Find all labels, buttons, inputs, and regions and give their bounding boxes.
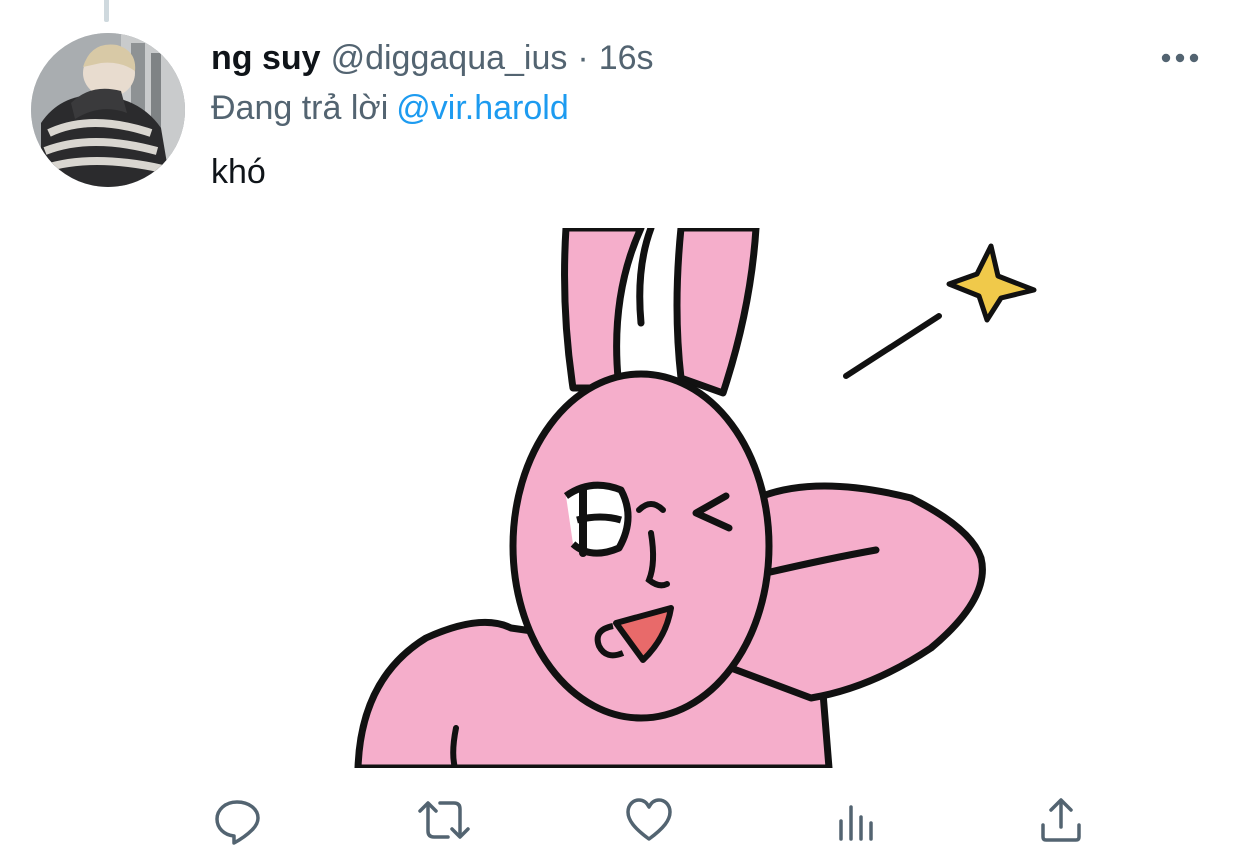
pink-rabbit-sticker [354, 228, 1037, 768]
avatar-photo [31, 33, 185, 187]
reply-mention-link[interactable]: @vir.harold [396, 89, 568, 127]
more-horizontal-icon [1161, 53, 1199, 63]
thread-connector-line [104, 0, 109, 22]
tweet-text: khó [211, 153, 266, 191]
reply-button[interactable] [209, 792, 265, 848]
share-upload-icon [1041, 798, 1081, 842]
tweet-header: ng suy @diggaqua_ius · 16s [211, 36, 654, 80]
replying-to-label: Đang trả lời [211, 89, 389, 127]
retweet-icon [418, 801, 470, 839]
heart-icon [626, 798, 672, 841]
share-button[interactable] [1033, 792, 1089, 848]
tweet-action-bar [0, 780, 1242, 860]
tweet-container: ng suy @diggaqua_ius · 16s Đang trả lời @vir… [0, 0, 1242, 863]
more-options-button[interactable] [1158, 44, 1202, 72]
avatar[interactable] [31, 33, 185, 187]
replying-to-line: Đang trả lời @vir.harold [211, 86, 569, 130]
like-button[interactable] [621, 792, 677, 848]
reply-bubble-icon [215, 800, 260, 845]
display-name[interactable]: ng suy [211, 39, 321, 77]
header-separator: · [577, 39, 589, 77]
tweet-media-image[interactable] [211, 228, 1041, 768]
timestamp[interactable]: 16s [599, 39, 654, 77]
views-button[interactable] [828, 792, 884, 848]
bar-chart-icon [839, 805, 873, 841]
user-handle[interactable]: @diggaqua_ius [331, 39, 568, 77]
retweet-button[interactable] [416, 792, 472, 848]
